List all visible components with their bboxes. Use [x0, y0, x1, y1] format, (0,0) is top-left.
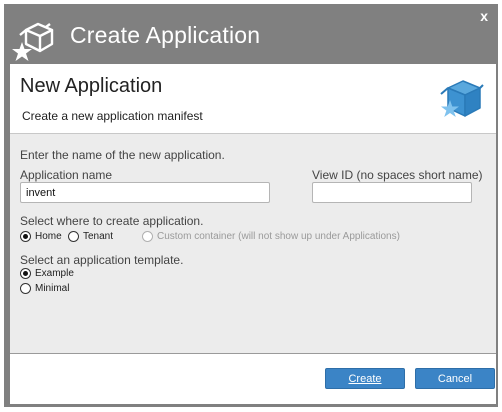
template-radio-minimal[interactable]: Minimal [20, 283, 69, 294]
app-name-input[interactable] [20, 182, 270, 203]
dialog-footer: Create Cancel [10, 354, 496, 404]
location-radio-home[interactable]: Home [20, 231, 62, 242]
radio-selected-icon[interactable] [20, 268, 31, 279]
location-option-home: Home [35, 231, 62, 242]
create-button-label: Create [348, 373, 382, 385]
page-title: New Application [20, 75, 163, 97]
create-application-dialog: Create Application x New Application Cre… [4, 4, 498, 407]
radio-selected-icon[interactable] [20, 231, 31, 242]
app-package-star-icon [12, 22, 54, 61]
radio-disabled-icon [142, 231, 153, 242]
form-body: Enter the name of the new application. A… [10, 134, 496, 354]
dialog-titlebar[interactable]: Create Application x [4, 4, 498, 64]
template-option-example: Example [35, 268, 74, 279]
view-id-label: View ID (no spaces short name) [312, 168, 483, 182]
page-subtitle: Create a new application manifest [22, 109, 203, 123]
template-radio-example[interactable]: Example [20, 268, 74, 279]
template-option-minimal: Minimal [35, 283, 70, 294]
dialog-header: New Application Create a new application… [10, 64, 496, 134]
radio-unselected-icon[interactable] [20, 283, 31, 294]
location-option-custom: Custom container (will not show up under… [157, 231, 400, 242]
cancel-button-label: Cancel [437, 373, 473, 385]
location-option-tenant: Tenant [83, 231, 114, 242]
location-radio-custom: Custom container (will not show up under… [142, 231, 400, 242]
dialog-title: Create Application [70, 22, 261, 48]
create-button[interactable]: Create [325, 368, 405, 389]
app-package-star-icon [440, 80, 484, 117]
location-label: Select where to create application. [20, 214, 204, 228]
location-radio-tenant[interactable]: Tenant [68, 231, 113, 242]
dialog-panel: New Application Create a new application… [10, 64, 496, 404]
view-id-input[interactable] [312, 182, 472, 203]
template-label: Select an application template. [20, 253, 184, 267]
close-icon[interactable]: x [480, 8, 488, 24]
radio-unselected-icon[interactable] [68, 231, 79, 242]
cancel-button[interactable]: Cancel [415, 368, 495, 389]
instruction-text: Enter the name of the new application. [20, 148, 225, 162]
app-name-label: Application name [20, 168, 113, 182]
